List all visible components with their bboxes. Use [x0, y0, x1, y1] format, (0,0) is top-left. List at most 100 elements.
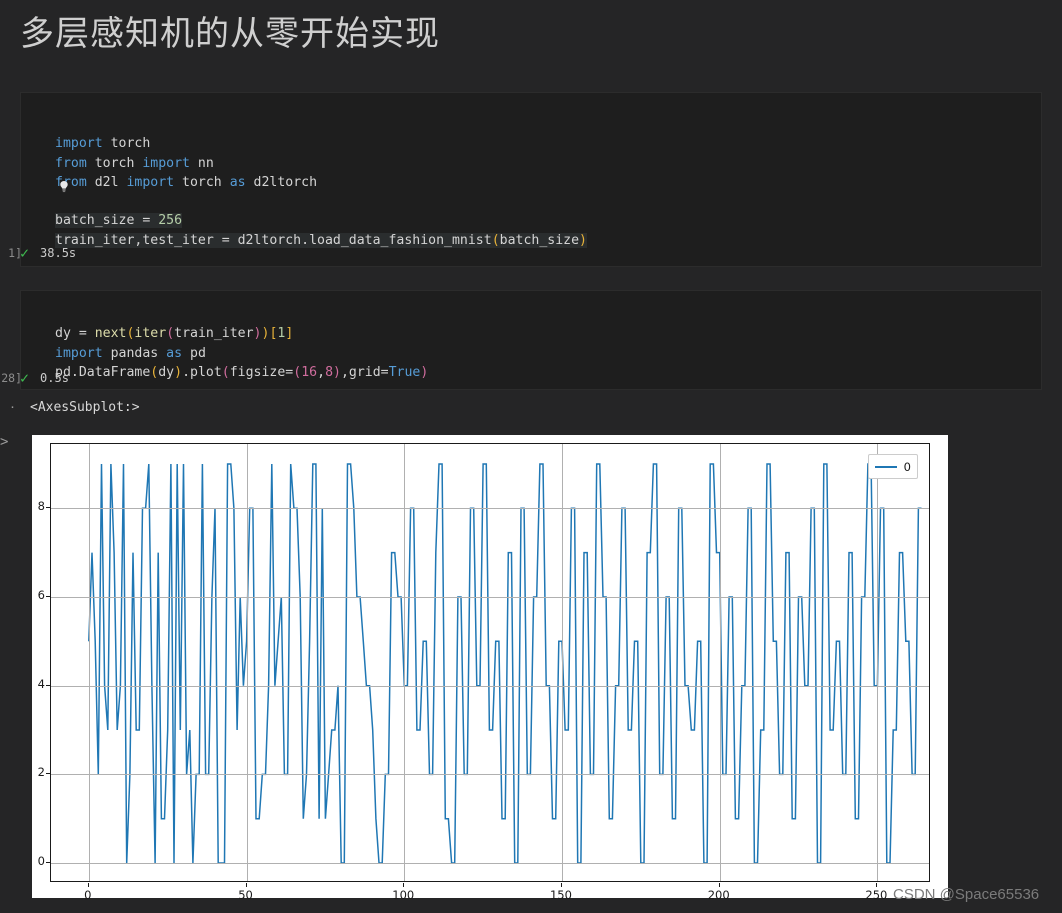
code-token-as2: as [166, 345, 183, 361]
output-bullet-icon: · [10, 398, 15, 415]
code-line-batchsize: batch_size = 256 [55, 213, 183, 229]
code-line-loader: train_iter,test_iter = d2ltorch.load_dat… [55, 232, 587, 248]
code-editor-1[interactable]: import torch from torch import nn from d… [55, 115, 587, 250]
cell-status-2: 28] ✓ 0.5s [1, 367, 69, 389]
code-token-paren: ( [491, 232, 500, 248]
lightbulb-icon[interactable] [56, 180, 72, 196]
code-token-paren-close: ) [579, 232, 587, 248]
code-token-gridarg: ,grid= [340, 364, 389, 380]
code-token-p4c: ) [420, 364, 429, 380]
x-tick-mark [719, 883, 720, 887]
y-tick-mark [46, 685, 50, 686]
gridline-vertical [562, 444, 563, 881]
gridline-horizontal [51, 863, 929, 864]
y-tick-label: 0 [37, 854, 45, 869]
output-expand-chevron-icon[interactable]: > [0, 434, 8, 450]
y-tick-mark [46, 862, 50, 863]
code-token-iters: train_iter,test_iter = d2ltorch.load_dat… [55, 232, 492, 248]
code-token-var: batch_size = [55, 213, 159, 229]
x-tick-label: 50 [238, 888, 253, 902]
code-token-b1c: ] [285, 326, 294, 342]
code-token-pdcall: pd.DataFrame [55, 364, 151, 380]
code-token-iter: iter [134, 326, 167, 342]
code-token-alias: d2ltorch [245, 174, 318, 190]
code-token-pandas: pandas [102, 345, 167, 361]
code-token-nn: nn [189, 155, 214, 171]
code-token-d2l: d2l [86, 174, 127, 190]
y-tick-mark [46, 596, 50, 597]
code-token-plot: .plot [182, 364, 222, 380]
code-token-p5c: ) [333, 364, 341, 380]
code-token-torch2: torch [174, 174, 230, 190]
gridline-vertical [89, 444, 90, 881]
matplotlib-figure: 0 0 2 4 6 8 0 50 100 150 200 250 [32, 435, 948, 902]
code-token-comma: , [317, 364, 326, 380]
code-token-pd: pd [182, 345, 206, 361]
gridline-horizontal [51, 774, 929, 775]
x-tick-mark [88, 883, 89, 887]
gridline-vertical [877, 444, 878, 881]
execution-count-2: 28] [1, 371, 22, 385]
plot-line-svg [88, 463, 922, 864]
notebook-page: 多层感知机的从零开始实现 import torch from torch imp… [0, 0, 1062, 913]
code-editor-2[interactable]: dy = next(iter(train_iter))[1] import pa… [55, 305, 428, 382]
code-token-true: True [388, 364, 421, 380]
x-tick-mark [403, 883, 404, 887]
x-tick-label: 0 [84, 888, 92, 902]
code-cell-2[interactable]: dy = next(iter(train_iter))[1] import pa… [20, 290, 1042, 390]
y-tick-label: 8 [37, 499, 45, 514]
code-token-import4: import [55, 345, 103, 361]
execution-count-1: 1] [8, 246, 22, 260]
gridline-vertical [247, 444, 248, 881]
code-token-as: as [229, 174, 246, 190]
legend-line-swatch [875, 465, 897, 468]
code-token-p2c: ) [253, 326, 262, 342]
code-token-figsize: figsize= [229, 364, 294, 380]
code-token-p2: ( [166, 326, 175, 342]
code-token-import2: import [142, 155, 190, 171]
plot-axes: 0 [50, 443, 930, 882]
y-tick-label: 2 [37, 765, 45, 780]
y-tick-mark [46, 507, 50, 508]
code-token-trainiter: train_iter [174, 326, 254, 342]
code-token-p4: ( [221, 364, 230, 380]
gridline-horizontal [51, 686, 929, 687]
gridline-horizontal [51, 508, 929, 509]
legend-label: 0 [903, 459, 911, 474]
code-token-dyarg: dy [158, 364, 175, 380]
x-tick-mark [876, 883, 877, 887]
watermark: CSDN @Space65536 [893, 886, 1040, 903]
x-tick-mark [561, 883, 562, 887]
code-token-256: 256 [158, 213, 183, 229]
gridline-vertical [720, 444, 721, 881]
execution-duration-2: 0.5s [40, 371, 69, 385]
code-token-p3c: ) [174, 364, 183, 380]
gridline-vertical [404, 444, 405, 881]
code-token-module2: torch [86, 155, 143, 171]
code-token-from: from [55, 155, 87, 171]
x-tick-mark [246, 883, 247, 887]
code-token-arg: batch_size [499, 232, 580, 248]
y-tick-mark [46, 773, 50, 774]
x-tick-label: 150 [549, 888, 572, 902]
y-tick-label: 4 [37, 676, 45, 691]
page-title: 多层感知机的从零开始实现 [20, 15, 440, 53]
y-tick-label: 6 [37, 587, 45, 602]
code-token-module: torch [102, 136, 151, 152]
code-token-import3: import [126, 174, 175, 190]
code-token-next: next [94, 326, 127, 342]
cell-status-1: 1] ✓ 38.5s [8, 242, 77, 264]
code-token-import: import [55, 136, 103, 152]
output-repr-text: <AxesSubplot:> [30, 400, 140, 415]
code-token-dy: dy = [55, 326, 95, 342]
execution-duration-1: 38.5s [40, 246, 77, 260]
x-tick-label: 200 [707, 888, 730, 902]
plot-legend: 0 [868, 454, 918, 479]
series-line [88, 463, 922, 864]
x-tick-label: 100 [392, 888, 415, 902]
code-token-8: 8 [325, 364, 334, 380]
x-tick-label: 250 [865, 888, 888, 902]
gridline-horizontal [51, 597, 929, 598]
code-cell-1[interactable]: import torch from torch import nn from d… [20, 92, 1042, 267]
